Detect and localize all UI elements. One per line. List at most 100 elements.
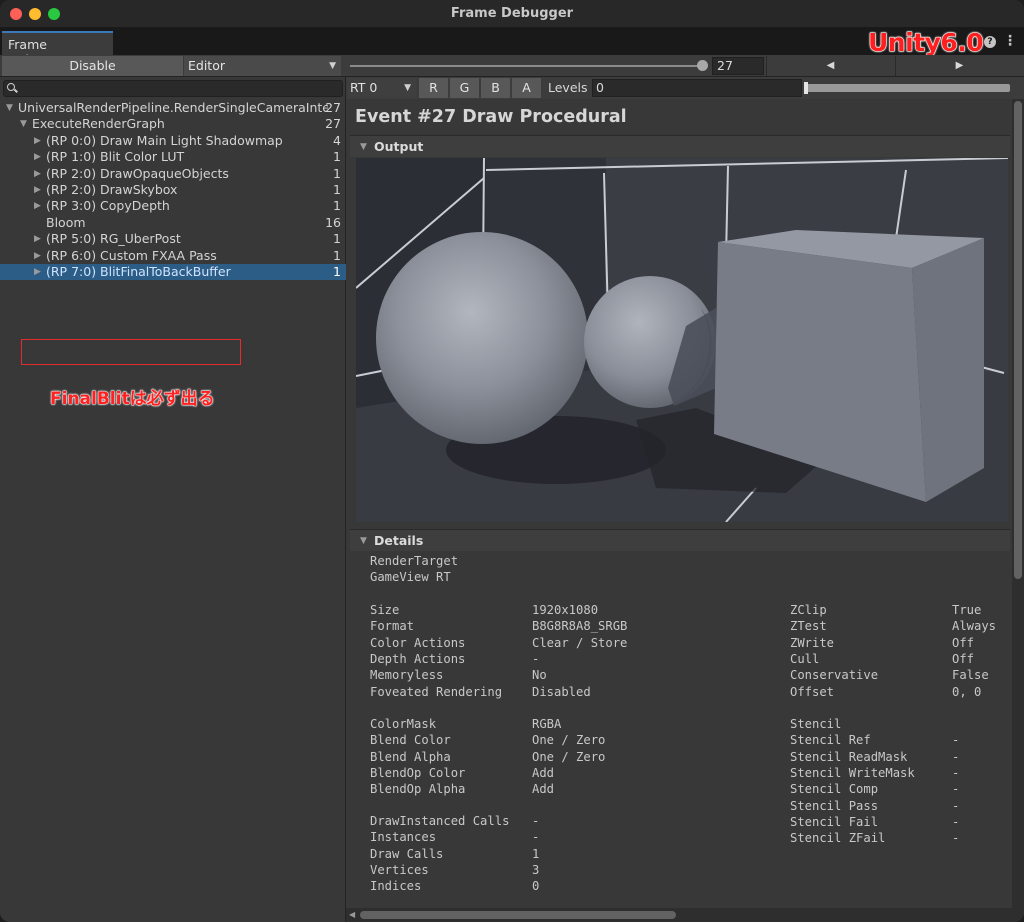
- tree-row[interactable]: ▶ (RP 1:0) Blit Color LUT 1: [0, 149, 346, 165]
- target-dropdown-value: Editor: [188, 58, 225, 73]
- next-arrow-icon: ▶: [955, 60, 964, 71]
- tree-row-label: (RP 3:0) CopyDepth: [46, 198, 170, 214]
- levels-input[interactable]: 0: [592, 79, 802, 97]
- detail-key: Stencil Comp: [790, 782, 879, 797]
- output-section-header[interactable]: ▼ Output: [350, 135, 1010, 157]
- channel-b-button[interactable]: B: [481, 78, 510, 98]
- detail-value: -: [952, 733, 960, 748]
- event-title: Event #27 Draw Procedural: [355, 107, 627, 127]
- expand-arrow-icon: ▼: [360, 142, 367, 152]
- detail-value: -: [952, 765, 960, 780]
- tree-row[interactable]: ▶ (RP 2:0) DrawOpaqueObjects 1: [0, 166, 346, 182]
- event-slider-track[interactable]: [350, 65, 702, 67]
- detail-key: Instances: [370, 830, 437, 845]
- next-event-button[interactable]: ▶: [895, 56, 1023, 76]
- tree-row[interactable]: Bloom 16: [0, 215, 346, 231]
- channel-r-button[interactable]: R: [419, 78, 448, 98]
- tree-row[interactable]: ▼ ExecuteRenderGraph 27: [0, 116, 346, 132]
- tree-row[interactable]: ▼ UniversalRenderPipeline.RenderSingleCam…: [0, 100, 346, 116]
- detail-value: -: [532, 651, 540, 666]
- horizontal-scrollbar-thumb[interactable]: [360, 911, 676, 919]
- detail-value: One / Zero: [532, 733, 606, 748]
- detail-value: -: [532, 830, 540, 845]
- detail-key: Format: [370, 619, 415, 634]
- detail-value: -: [952, 782, 960, 797]
- detail-value: True: [952, 603, 982, 617]
- tree-row-label: UniversalRenderPipeline.RenderSingleCame…: [18, 100, 328, 115]
- detail-value: One / Zero: [532, 749, 606, 764]
- tree-row[interactable]: ▶ (RP 5:0) RG_UberPost 1: [0, 231, 346, 247]
- channel-a-button[interactable]: A: [512, 78, 541, 98]
- detail-key: Memoryless: [370, 668, 444, 683]
- detail-value: Off: [952, 651, 975, 666]
- event-slider-thumb[interactable]: [697, 60, 708, 71]
- search-icon: [7, 83, 15, 91]
- tree-row[interactable]: ▶ (RP 6:0) Custom FXAA Pass 1: [0, 248, 346, 264]
- previous-event-button[interactable]: ◀: [766, 56, 894, 76]
- detail-value: 0, 0: [952, 684, 982, 699]
- detail-key: BlendOp Color: [370, 765, 466, 780]
- detail-key: Stencil: [790, 717, 842, 731]
- collapsed-arrow-icon[interactable]: ▶: [34, 149, 41, 165]
- levels-slider[interactable]: [804, 84, 1010, 92]
- detail-value: B8G8R8A8_SRGB: [532, 619, 628, 634]
- collapsed-arrow-icon[interactable]: ▶: [34, 248, 41, 264]
- vertical-scrollbar[interactable]: [1012, 99, 1024, 922]
- detail-value: Clear / Store: [532, 635, 628, 650]
- detail-key: Foveated Rendering: [370, 684, 503, 699]
- event-index-field[interactable]: 27: [712, 57, 764, 75]
- details-section-label: Details: [374, 533, 424, 548]
- tree-row-count: 1: [333, 263, 341, 279]
- collapsed-arrow-icon[interactable]: ▶: [34, 264, 41, 280]
- tree-row-count: 1: [333, 231, 341, 247]
- tree-row-count: 27: [325, 116, 341, 132]
- tree-row[interactable]: ▶ (RP 2:0) DrawSkybox 1: [0, 182, 346, 198]
- vertical-scrollbar-thumb[interactable]: [1014, 101, 1022, 579]
- detail-key: BlendOp Alpha: [370, 782, 466, 797]
- annotation-highlight-box: [21, 339, 241, 365]
- tree-row-count: 1: [333, 165, 341, 181]
- levels-slider-handle[interactable]: [804, 82, 808, 94]
- collapsed-arrow-icon[interactable]: ▶: [34, 182, 41, 198]
- tree-row[interactable]: ▶ (RP 7:0) BlitFinalToBackBuffer 1: [0, 263, 346, 281]
- detail-key: Depth Actions: [370, 651, 466, 666]
- tree-row-label: ExecuteRenderGraph: [32, 116, 165, 132]
- expanded-arrow-icon[interactable]: ▼: [6, 100, 13, 116]
- detail-key: ZClip: [790, 603, 827, 617]
- detail-value: 1: [532, 846, 540, 861]
- detail-value: RGBA: [532, 717, 562, 731]
- tree-row[interactable]: ▶ (RP 0:0) Draw Main Light Shadowmap 4: [0, 133, 346, 149]
- target-dropdown[interactable]: Editor ▼: [184, 56, 341, 76]
- event-detail-panel: RT 0 ▼ R G B A Levels 0 Event #27 Draw P…: [346, 77, 1024, 922]
- channel-g-button[interactable]: G: [450, 78, 479, 98]
- detail-value: -: [952, 831, 960, 846]
- collapsed-arrow-icon[interactable]: ▶: [34, 231, 41, 247]
- collapsed-arrow-icon[interactable]: ▶: [34, 133, 41, 149]
- detail-key: Stencil Fail: [790, 814, 879, 829]
- detail-key: Conservative: [790, 668, 879, 683]
- collapsed-arrow-icon[interactable]: ▶: [34, 166, 41, 182]
- tab-row: Frame Debugger Unity6.0 ? ⋮: [0, 28, 1024, 67]
- tree-row[interactable]: ▶ (RP 3:0) CopyDepth 1: [0, 198, 346, 214]
- expand-arrow-icon: ▼: [360, 536, 367, 546]
- render-target-dropdown[interactable]: RT 0 ▼: [348, 78, 416, 98]
- detail-key: Draw Calls: [370, 846, 444, 861]
- collapsed-arrow-icon[interactable]: ▶: [34, 198, 41, 214]
- details-section-header[interactable]: ▼ Details: [350, 529, 1010, 551]
- disable-button[interactable]: Disable: [2, 56, 183, 76]
- expanded-arrow-icon[interactable]: ▼: [20, 116, 27, 132]
- detail-value: -: [952, 814, 960, 829]
- search-input[interactable]: [3, 80, 343, 97]
- more-icon[interactable]: ⋮: [1003, 34, 1017, 48]
- scroll-left-icon[interactable]: ◀: [349, 910, 355, 919]
- dropdown-arrow-icon: ▼: [404, 83, 411, 93]
- horizontal-scrollbar[interactable]: ◀: [346, 908, 1012, 922]
- tab-frame-debugger[interactable]: Frame Debugger: [2, 31, 113, 67]
- toolbar: Disable Editor ▼ 27 ◀ ▶: [0, 55, 1024, 77]
- detail-value: Add: [532, 782, 555, 797]
- detail-value: False: [952, 668, 989, 683]
- help-icon[interactable]: ?: [984, 36, 996, 48]
- detail-key: Cull: [790, 651, 820, 666]
- detail-key: Offset: [790, 684, 835, 699]
- detail-key: Stencil Pass: [790, 798, 879, 813]
